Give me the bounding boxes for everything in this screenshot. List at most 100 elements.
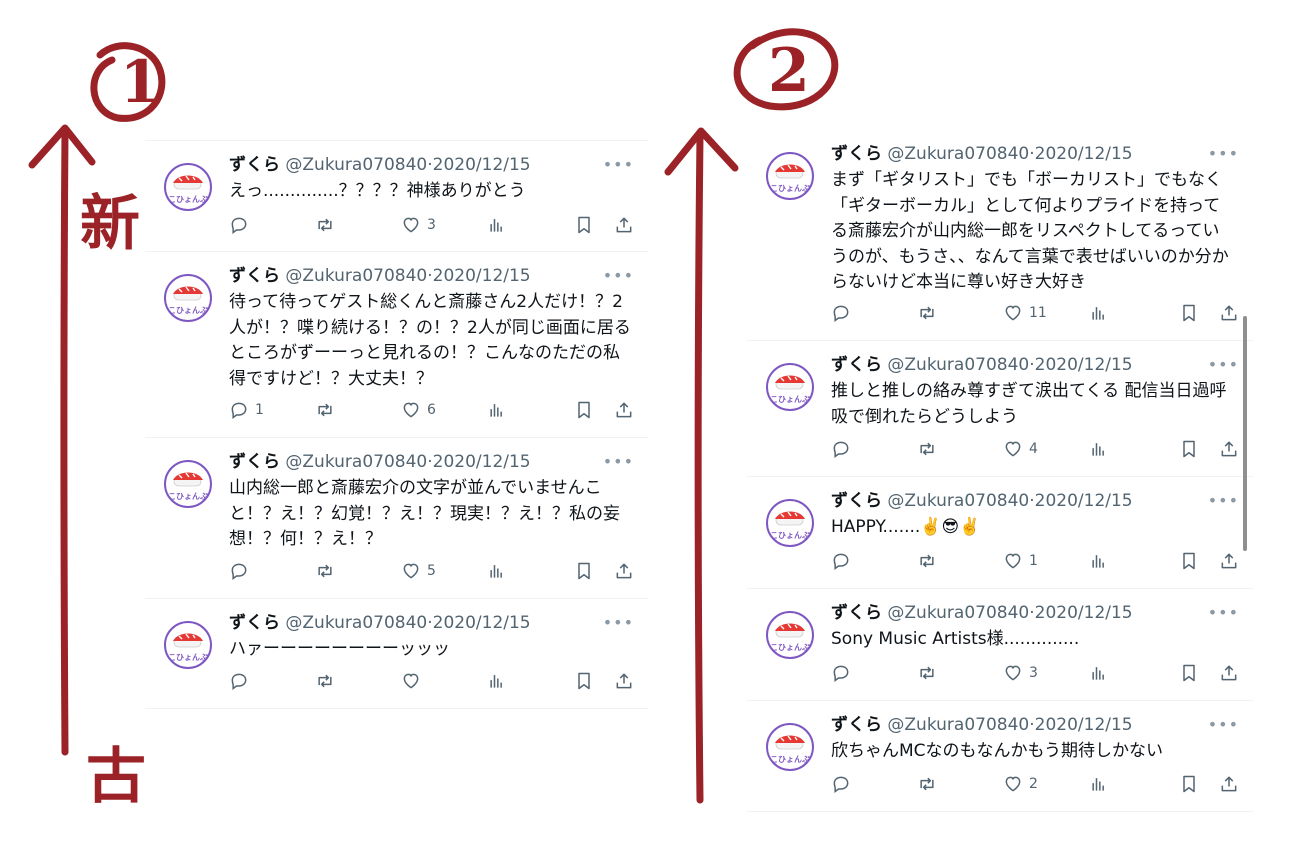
user-handle[interactable]: @Zukura070840	[285, 613, 427, 633]
like-button[interactable]: 1	[1003, 551, 1089, 571]
share-button[interactable]	[614, 561, 634, 581]
more-options-icon[interactable]: •••	[1208, 142, 1239, 166]
avatar[interactable]: こひょんぶ	[164, 163, 212, 211]
views-button[interactable]	[487, 671, 507, 691]
retweet-button[interactable]	[917, 551, 1003, 571]
tweet[interactable]: こひょんぶ ずくら @Zukura070840·2020/12/15 ••• 推しと推…	[747, 341, 1253, 477]
reply-button[interactable]	[831, 663, 917, 683]
avatar[interactable]: こひょんぶ	[164, 460, 212, 508]
retweet-button[interactable]	[315, 400, 401, 420]
tweet-date[interactable]: 2020/12/15	[1035, 355, 1133, 375]
user-handle[interactable]: @Zukura070840	[887, 715, 1029, 735]
avatar[interactable]: こひょんぶ	[766, 611, 814, 659]
user-handle[interactable]: @Zukura070840	[887, 491, 1029, 511]
display-name[interactable]: ずくら	[229, 613, 280, 633]
views-button[interactable]	[487, 561, 507, 581]
tweet-date[interactable]: 2020/12/15	[1035, 715, 1133, 735]
like-button[interactable]	[401, 671, 487, 691]
avatar[interactable]: こひょんぶ	[164, 621, 212, 669]
bookmark-button[interactable]	[574, 561, 594, 581]
more-options-icon[interactable]: •••	[603, 450, 634, 474]
tweet-date[interactable]: 2020/12/15	[1035, 144, 1133, 164]
like-button[interactable]: 5	[401, 561, 487, 581]
views-button[interactable]	[1089, 663, 1109, 683]
share-button[interactable]	[1219, 551, 1239, 571]
display-name[interactable]: ずくら	[831, 715, 882, 735]
views-button[interactable]	[487, 215, 507, 235]
bookmark-button[interactable]	[1179, 774, 1199, 794]
like-button[interactable]: 4	[1003, 439, 1089, 459]
tweet[interactable]: こひょんぶ ずくら @Zukura070840·2020/12/15 ••• 山内総一…	[145, 438, 648, 599]
like-button[interactable]: 3	[401, 215, 487, 235]
reply-button[interactable]	[831, 774, 917, 794]
share-button[interactable]	[614, 400, 634, 420]
views-button[interactable]	[1089, 774, 1109, 794]
tweet-date[interactable]: 2020/12/15	[433, 452, 531, 472]
tweet[interactable]: こひょんぶ ずくら @Zukura070840·2020/12/15 ••• 待って待…	[145, 252, 648, 438]
like-button[interactable]: 11	[1003, 303, 1089, 323]
tweet[interactable]: こひょんぶ ずくら @Zukura070840·2020/12/15 ••• まず「ギ…	[747, 130, 1253, 341]
reply-button[interactable]	[831, 303, 917, 323]
avatar[interactable]: こひょんぶ	[766, 363, 814, 411]
retweet-button[interactable]	[315, 561, 401, 581]
tweet-date[interactable]: 2020/12/15	[433, 266, 531, 286]
more-options-icon[interactable]: •••	[603, 153, 634, 177]
display-name[interactable]: ずくら	[229, 452, 280, 472]
share-button[interactable]	[1219, 439, 1239, 459]
avatar[interactable]: こひょんぶ	[766, 723, 814, 771]
bookmark-button[interactable]	[1179, 303, 1199, 323]
reply-button[interactable]	[831, 439, 917, 459]
reply-button[interactable]	[229, 671, 315, 691]
more-options-icon[interactable]: •••	[603, 611, 634, 635]
tweet[interactable]: こひょんぶ ずくら @Zukura070840·2020/12/15 ••• えっ..…	[145, 140, 648, 252]
scrollbar[interactable]	[1243, 316, 1247, 551]
bookmark-button[interactable]	[1179, 551, 1199, 571]
bookmark-button[interactable]	[574, 215, 594, 235]
tweet-date[interactable]: 2020/12/15	[433, 613, 531, 633]
reply-button[interactable]	[229, 561, 315, 581]
like-button[interactable]: 3	[1003, 663, 1089, 683]
bookmark-button[interactable]	[574, 400, 594, 420]
more-options-icon[interactable]: •••	[1208, 713, 1239, 737]
user-handle[interactable]: @Zukura070840	[887, 603, 1029, 623]
retweet-button[interactable]	[917, 774, 1003, 794]
tweet[interactable]: こひょんぶ ずくら @Zukura070840·2020/12/15 ••• HAPP…	[747, 477, 1253, 589]
tweet[interactable]: こひょんぶ ずくら @Zukura070840·2020/12/15 ••• Sony…	[747, 589, 1253, 701]
retweet-button[interactable]	[917, 439, 1003, 459]
share-button[interactable]	[614, 215, 634, 235]
reply-button[interactable]	[831, 551, 917, 571]
like-button[interactable]: 2	[1003, 774, 1089, 794]
display-name[interactable]: ずくら	[831, 603, 882, 623]
views-button[interactable]	[1089, 551, 1109, 571]
display-name[interactable]: ずくら	[831, 144, 882, 164]
reply-button[interactable]: 1	[229, 400, 315, 420]
share-button[interactable]	[614, 671, 634, 691]
views-button[interactable]	[1089, 439, 1109, 459]
more-options-icon[interactable]: •••	[1208, 489, 1239, 513]
tweet-date[interactable]: 2020/12/15	[1035, 491, 1133, 511]
avatar[interactable]: こひょんぶ	[164, 274, 212, 322]
more-options-icon[interactable]: •••	[603, 264, 634, 288]
retweet-button[interactable]	[315, 671, 401, 691]
user-handle[interactable]: @Zukura070840	[285, 155, 427, 175]
user-handle[interactable]: @Zukura070840	[887, 144, 1029, 164]
reply-button[interactable]	[229, 215, 315, 235]
retweet-button[interactable]	[315, 215, 401, 235]
more-options-icon[interactable]: •••	[1208, 353, 1239, 377]
tweet-date[interactable]: 2020/12/15	[1035, 603, 1133, 623]
views-button[interactable]	[487, 400, 507, 420]
display-name[interactable]: ずくら	[229, 266, 280, 286]
avatar[interactable]: こひょんぶ	[766, 152, 814, 200]
bookmark-button[interactable]	[1179, 663, 1199, 683]
display-name[interactable]: ずくら	[831, 491, 882, 511]
user-handle[interactable]: @Zukura070840	[285, 266, 427, 286]
share-button[interactable]	[1219, 663, 1239, 683]
share-button[interactable]	[1219, 774, 1239, 794]
share-button[interactable]	[1219, 303, 1239, 323]
more-options-icon[interactable]: •••	[1208, 601, 1239, 625]
views-button[interactable]	[1089, 303, 1109, 323]
tweet[interactable]: こひょんぶ ずくら @Zukura070840·2020/12/15 ••• ハァーー…	[145, 599, 648, 709]
user-handle[interactable]: @Zukura070840	[285, 452, 427, 472]
avatar[interactable]: こひょんぶ	[766, 499, 814, 547]
retweet-button[interactable]	[917, 663, 1003, 683]
